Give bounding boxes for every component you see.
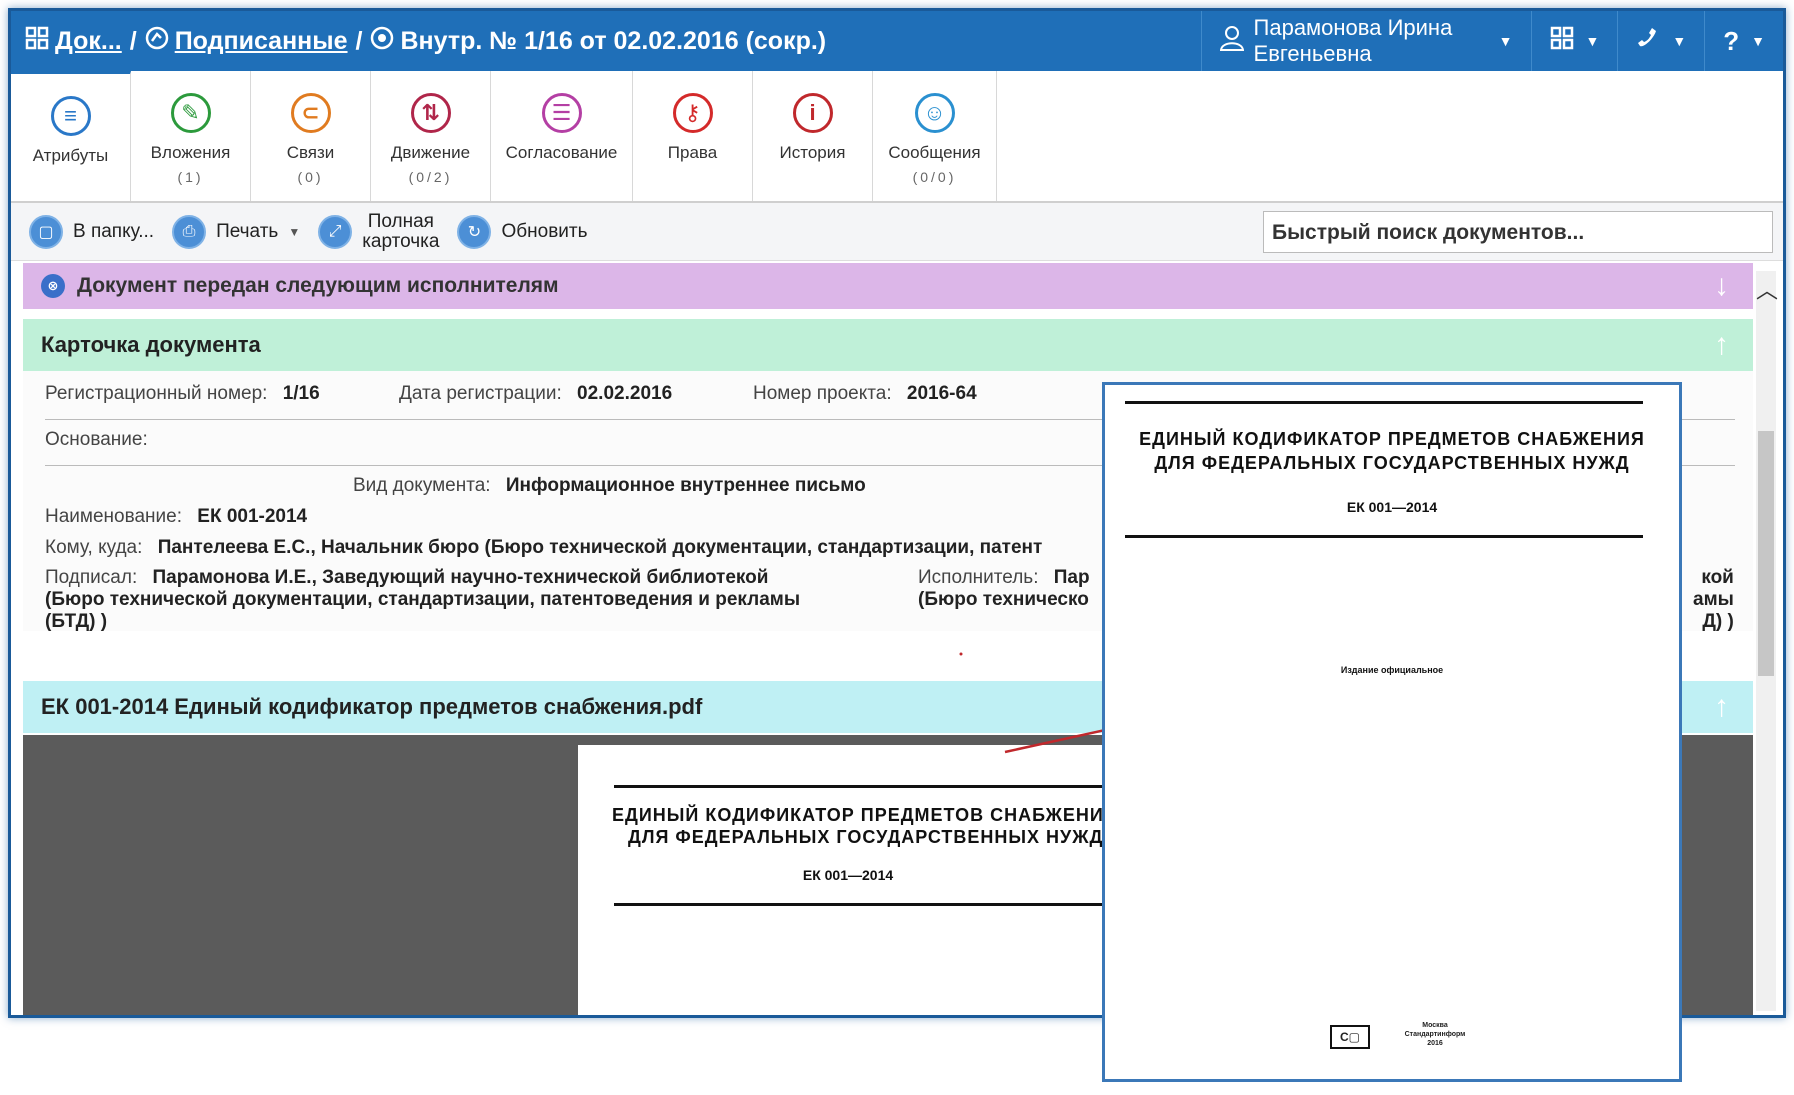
publisher-name: Стандартинформ — [1404, 1031, 1466, 1038]
rule-line — [1125, 535, 1643, 538]
preview-title-line2: ДЛЯ ФЕДЕРАЛЬНЫХ ГОСУДАРСТВЕННЫХ НУЖД — [1154, 453, 1630, 473]
preview-publisher: Москва Стандартинформ 2016 — [1375, 1021, 1495, 1048]
publisher-logo-icon: C▢ — [1330, 1025, 1370, 1049]
preview-code: ЕК 001—2014 — [1346, 499, 1438, 515]
red-dot — [959, 652, 963, 656]
publisher-city: Москва — [1422, 1022, 1448, 1029]
publisher-year: 2016 — [1427, 1040, 1443, 1047]
document-preview-popup: ЕДИНЫЙ КОДИФИКАТОР ПРЕДМЕТОВ СНАБЖЕНИЯ Д… — [1102, 382, 1682, 1082]
preview-official: Издание официальное — [1340, 665, 1444, 675]
preview-title-line1: ЕДИНЫЙ КОДИФИКАТОР ПРЕДМЕТОВ СНАБЖЕНИЯ — [1139, 429, 1645, 449]
rule-line — [1125, 401, 1643, 404]
